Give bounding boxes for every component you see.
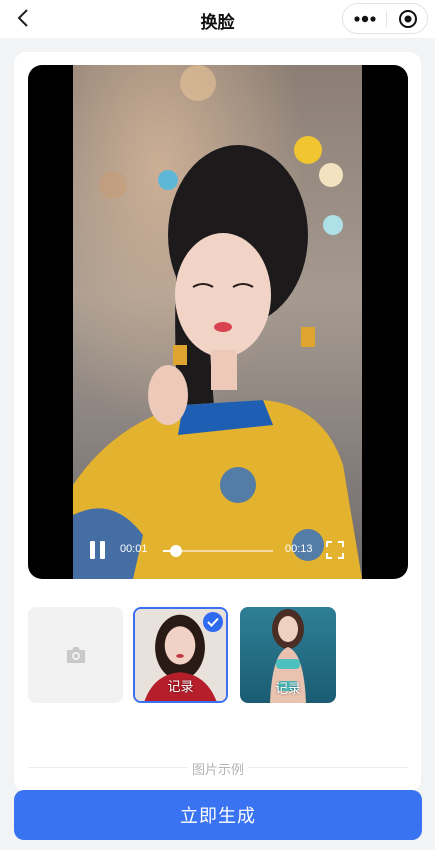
face-example-1-label: 记录 [167, 679, 194, 694]
generate-button[interactable]: 立即生成 [14, 790, 422, 840]
pause-icon [90, 541, 95, 559]
close-button[interactable] [387, 4, 428, 33]
nav-bar: 换脸 [0, 0, 435, 38]
video-player[interactable]: 00:01 00:13 [28, 65, 408, 579]
pause-icon-bar [100, 541, 105, 559]
more-button[interactable] [343, 4, 386, 33]
progress-thumb[interactable] [170, 545, 183, 557]
face-example-1[interactable]: 记录 [133, 607, 228, 703]
face-example-2[interactable]: 记录 [240, 607, 336, 703]
duration-time: 00:13 [285, 543, 313, 555]
camera-icon [66, 647, 85, 663]
video-frame-image [73, 65, 362, 579]
divider-line-right [248, 767, 408, 768]
current-time: 00:01 [120, 543, 148, 555]
face-example-2-label: 记录 [274, 681, 301, 696]
progress-track[interactable] [163, 545, 273, 557]
mini-program-capsule [342, 3, 428, 34]
target-close-icon [398, 9, 417, 28]
sample-divider: 图片示例 [28, 759, 408, 777]
video-controls: 00:01 00:13 [28, 535, 408, 565]
selected-check-icon [203, 612, 223, 632]
more-dots-icon [353, 15, 376, 22]
sample-caption: 图片示例 [191, 762, 244, 777]
upload-face-slot[interactable] [28, 607, 123, 703]
fullscreen-icon[interactable] [326, 541, 344, 559]
pause-button[interactable] [90, 541, 106, 559]
